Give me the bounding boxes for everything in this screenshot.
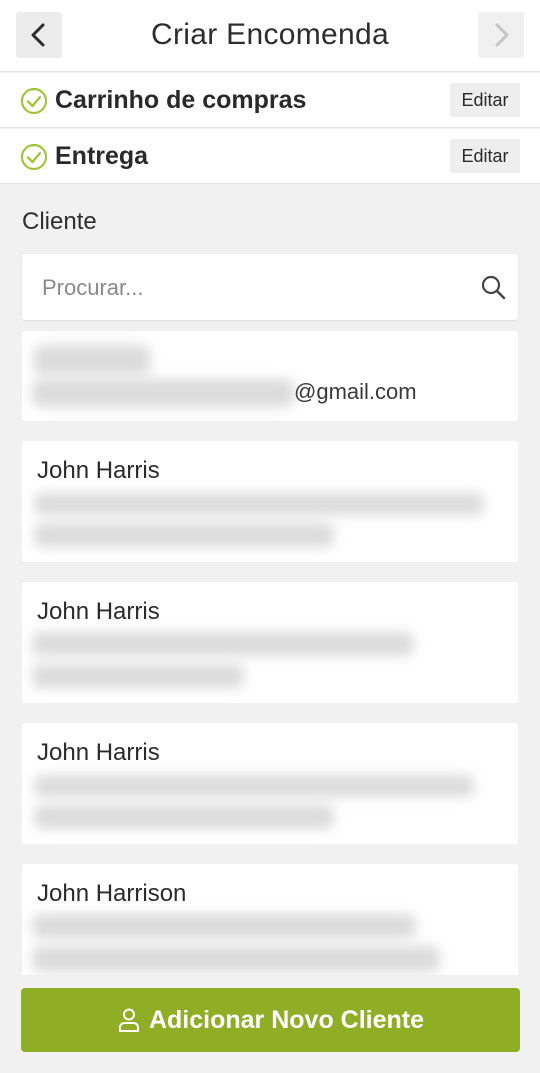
page-title: Criar Encomenda: [151, 18, 389, 51]
step-delivery: Entrega Editar: [0, 129, 540, 184]
redacted-address: [32, 632, 414, 656]
edit-cart-button[interactable]: Editar: [450, 83, 520, 117]
user-icon: [118, 1008, 139, 1032]
chevron-right-icon: [495, 23, 509, 47]
step-label: Entrega: [55, 142, 149, 170]
client-card[interactable]: @gmail.com: [22, 331, 518, 421]
check-circle-icon: [20, 87, 48, 115]
redacted-address: [34, 775, 474, 797]
add-new-client-button[interactable]: Adicionar Novo Cliente: [21, 988, 520, 1052]
forward-button[interactable]: [478, 12, 524, 58]
client-card[interactable]: John Harrison: [22, 864, 518, 975]
client-card[interactable]: John Harris: [22, 723, 518, 844]
redacted-email: [32, 946, 440, 972]
search-icon[interactable]: [480, 274, 506, 300]
redacted-email: [34, 523, 334, 547]
client-name: John Harris: [37, 598, 160, 625]
top-bar: Criar Encomenda: [0, 0, 540, 72]
client-list: @gmail.com John Harris John Harris John …: [22, 331, 518, 975]
client-card[interactable]: John Harris: [22, 441, 518, 562]
client-email-suffix: @gmail.com: [294, 379, 417, 404]
edit-delivery-button[interactable]: Editar: [450, 139, 520, 173]
step-shopping-cart: Carrinho de compras Editar: [0, 73, 540, 128]
redacted-email: [34, 805, 334, 829]
redacted-email: [32, 664, 244, 688]
client-name: John Harris: [37, 457, 160, 484]
add-new-client-label: Adicionar Novo Cliente: [148, 1005, 425, 1034]
search-input[interactable]: [40, 254, 464, 322]
check-circle-icon: [20, 143, 48, 171]
search-box: [22, 254, 518, 322]
client-name: John Harrison: [37, 880, 187, 907]
redacted-address: [32, 914, 416, 938]
redacted-name: [34, 345, 150, 375]
client-name: John Harris: [37, 739, 160, 766]
client-card[interactable]: John Harris: [22, 582, 518, 703]
client-section-title: Cliente: [22, 208, 97, 235]
redacted-email: [32, 379, 294, 407]
redacted-address: [34, 493, 484, 515]
step-label: Carrinho de compras: [55, 86, 307, 114]
